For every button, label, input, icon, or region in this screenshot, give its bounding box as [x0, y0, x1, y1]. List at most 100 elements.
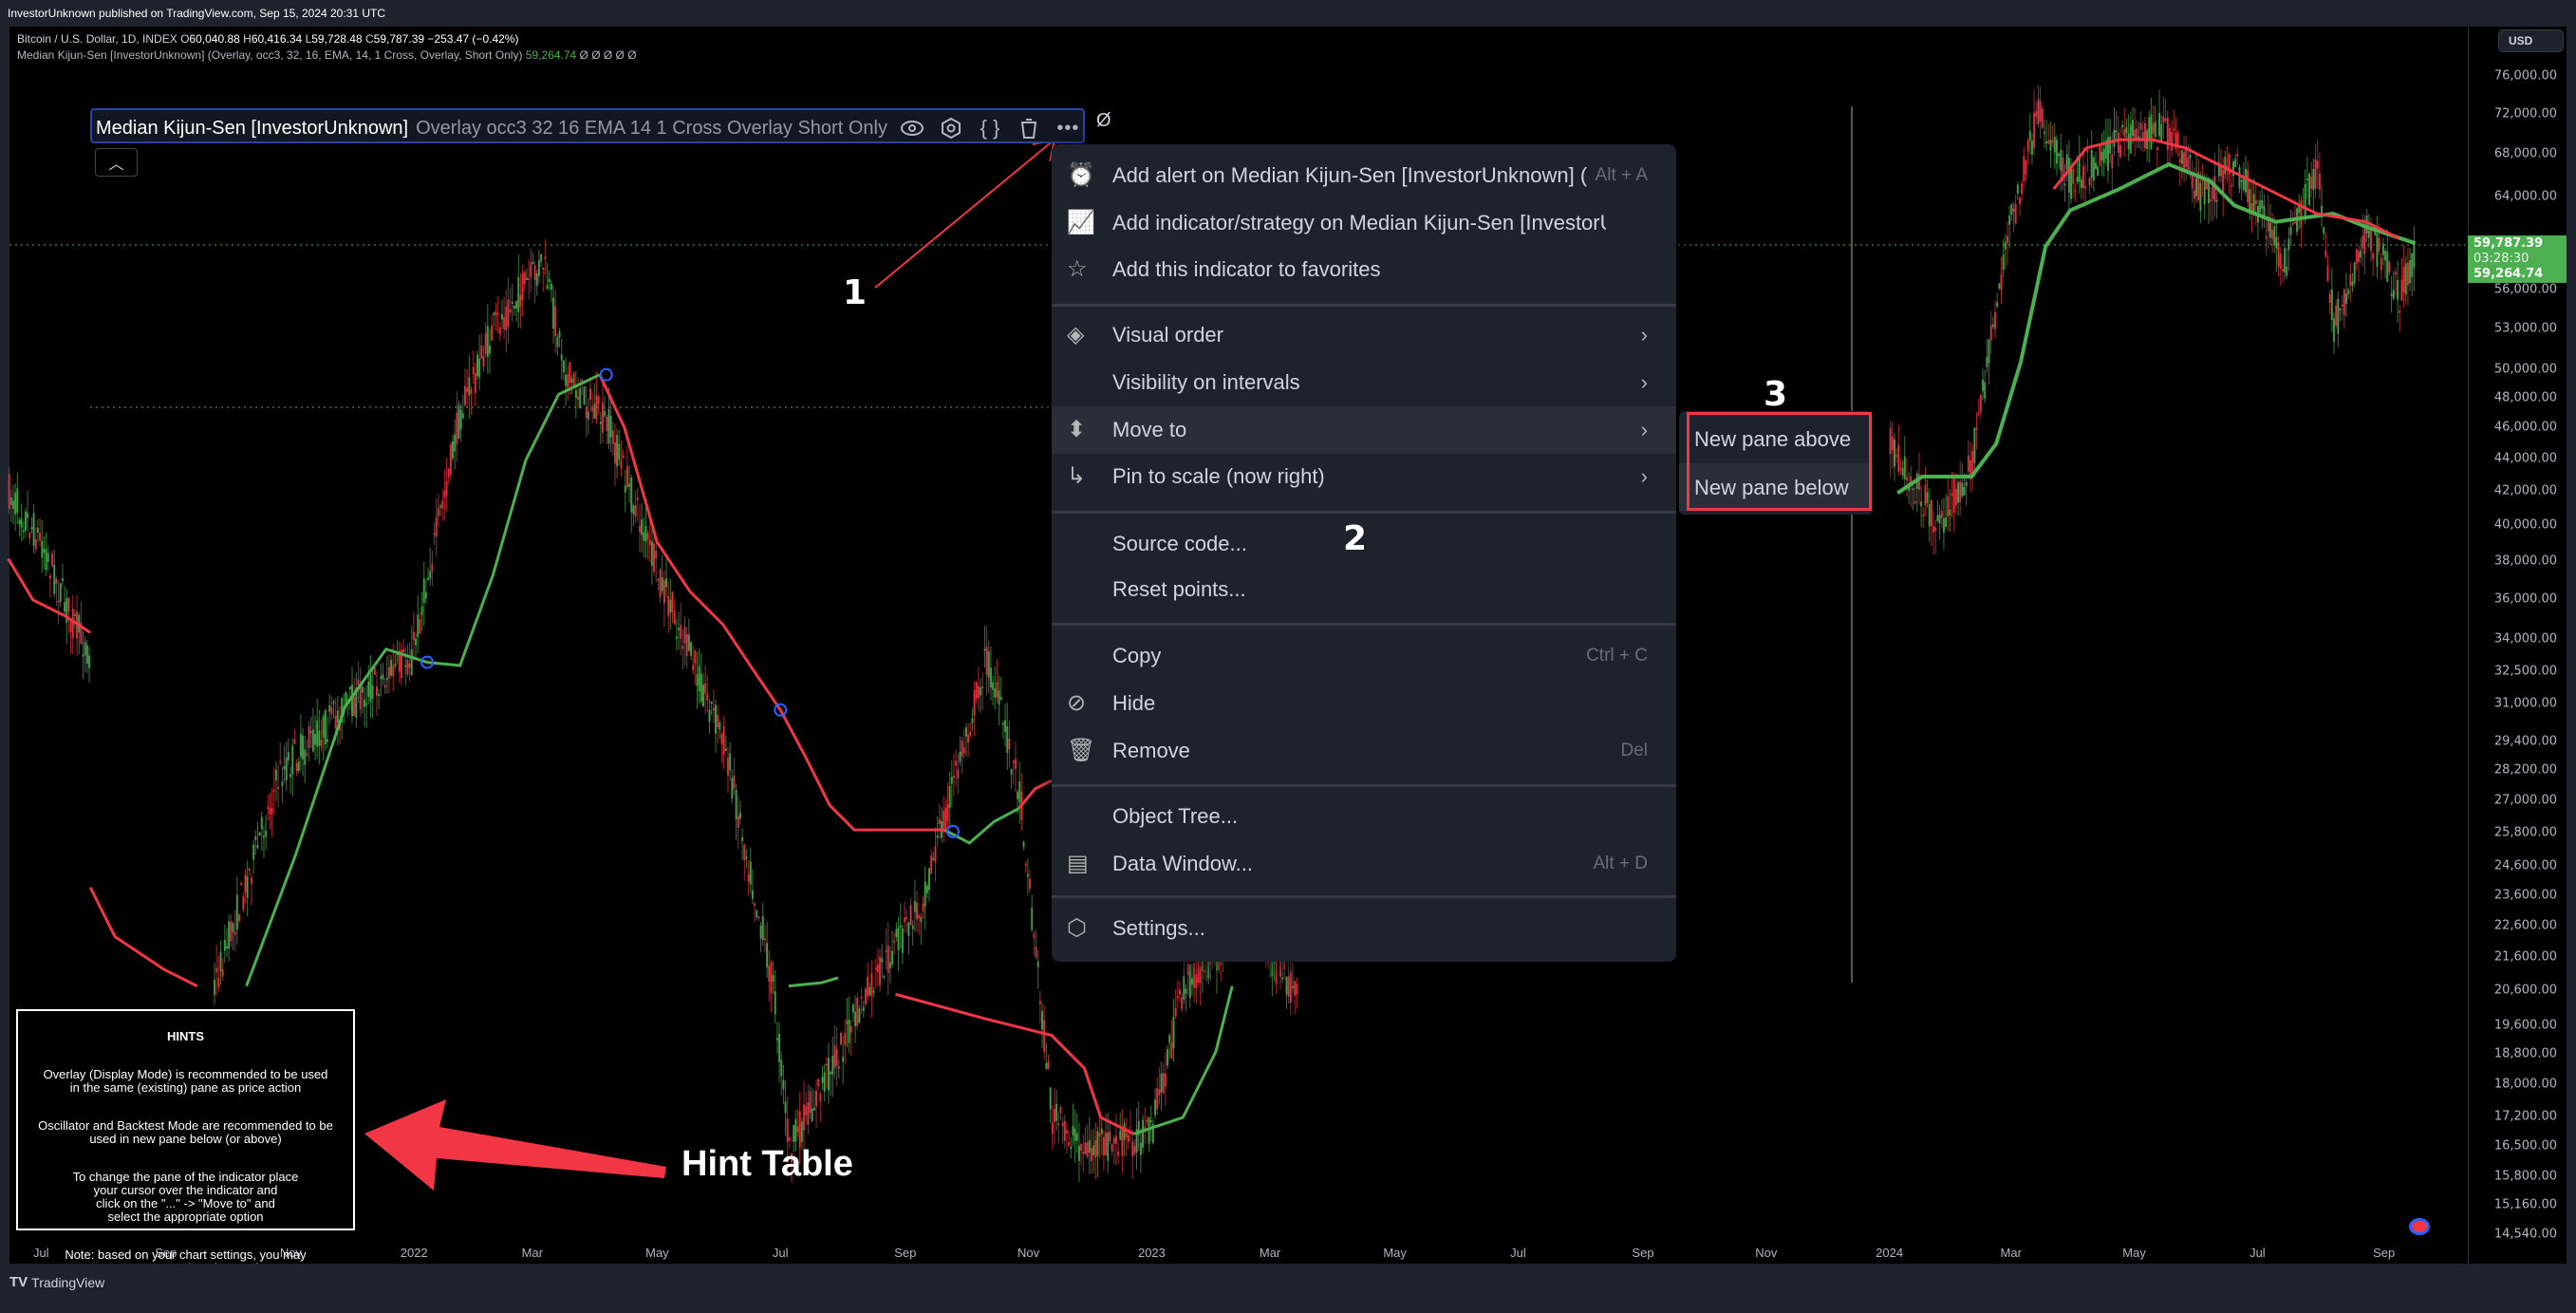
- menu-item-settings[interactable]: ⬡ Settings...: [1052, 905, 1676, 952]
- candle: [692, 665, 695, 670]
- candle: [708, 709, 711, 722]
- hint-paragraph: Overlay (Display Mode) is recommended to…: [43, 1067, 328, 1095]
- price-tick: 16,500.00: [2493, 1138, 2557, 1154]
- menu-item-visibility-on-intervals[interactable]: Visibility on intervals ›: [1052, 359, 1676, 406]
- last-price-label: 59,787.39 03:28:30 59,264.74: [2468, 235, 2567, 283]
- candle: [768, 965, 771, 982]
- candle: [415, 638, 418, 646]
- candle: [1051, 1122, 1054, 1135]
- price-tick: 46,000.00: [2493, 420, 2557, 435]
- menu-item-pin-to-scale-now-right[interactable]: ↳ Pin to scale (now right) ›: [1052, 453, 1676, 500]
- candle: [1963, 486, 1966, 496]
- candle: [82, 654, 84, 657]
- candle: [992, 682, 995, 690]
- candle: [48, 575, 51, 579]
- candle: [324, 710, 327, 745]
- candle: [2411, 253, 2414, 278]
- candle: [2369, 228, 2372, 252]
- candle: [2271, 230, 2274, 239]
- candle: [375, 686, 378, 696]
- candle: [874, 967, 877, 970]
- candle: [1156, 1087, 1159, 1110]
- menu-item-remove[interactable]: 🗑 Remove Del: [1052, 727, 1676, 775]
- candle: [588, 388, 591, 401]
- candle: [1065, 1130, 1068, 1135]
- candle: [2351, 281, 2354, 286]
- candle: [412, 631, 415, 640]
- price-tick: 68,000.00: [2493, 146, 2557, 161]
- menu-item-copy[interactable]: Copy Ctrl + C: [1052, 632, 1676, 680]
- candle: [336, 710, 339, 723]
- candle: [766, 943, 769, 967]
- candle: [311, 729, 314, 752]
- candle: [604, 411, 607, 417]
- candle: [653, 543, 656, 572]
- candle: [938, 818, 941, 825]
- candle: [2191, 175, 2193, 189]
- indicator-title-box[interactable]: Median Kijun-Sen [InvestorUnknown] Overl…: [90, 108, 1085, 143]
- candle: [661, 576, 663, 591]
- currency-button[interactable]: USD: [2498, 29, 2564, 52]
- candle: [488, 345, 491, 354]
- candle: [1006, 726, 1009, 753]
- candle: [729, 753, 732, 771]
- candle: [1951, 493, 1953, 497]
- candle: [973, 690, 976, 716]
- menu-item-data-window[interactable]: ▤ Data Window... Alt + D: [1052, 840, 1676, 888]
- menu-item-object-tree[interactable]: Object Tree...: [1052, 793, 1676, 840]
- annotation-step-3: 3: [1764, 375, 1788, 414]
- collapse-legend-button[interactable]: ︿: [95, 148, 138, 177]
- candle: [1977, 412, 1980, 415]
- price-axis[interactable]: 76,000.00 72,000.00 68,000.00 64,000.00 56,0…: [2468, 27, 2567, 1264]
- candle: [724, 748, 727, 752]
- candle: [491, 325, 494, 341]
- candle: [230, 921, 233, 942]
- candle: [371, 685, 374, 699]
- menu-item-move-to[interactable]: ⬍ Move to ›: [1052, 406, 1676, 454]
- candle: [2409, 260, 2412, 284]
- candle: [650, 541, 653, 567]
- price-tick: 28,200.00: [2493, 762, 2557, 778]
- candle: [696, 674, 699, 686]
- candle: [2355, 249, 2358, 264]
- trash-icon[interactable]: [1015, 115, 1044, 141]
- candle: [999, 697, 1002, 701]
- candle: [1285, 976, 1288, 995]
- tv-logo-icon: TV: [9, 1274, 28, 1290]
- event-flag-icon[interactable]: [2409, 1218, 2430, 1235]
- candle: [2189, 155, 2192, 159]
- candle: [1139, 1142, 1142, 1155]
- candle: [2378, 237, 2380, 251]
- indicator-trailing: Ø: [1096, 110, 1111, 131]
- candle: [1036, 961, 1039, 967]
- tradingview-logo[interactable]: TV TradingView: [9, 1274, 104, 1290]
- menu-item-visual-order[interactable]: ◈ Visual order ›: [1052, 311, 1676, 359]
- candle: [1148, 1117, 1150, 1144]
- candle: [1186, 964, 1189, 976]
- candle: [1934, 527, 1937, 531]
- candle: [2394, 272, 2397, 275]
- menu-item-reset-points[interactable]: Reset points...: [1052, 566, 1676, 613]
- eye-icon[interactable]: [897, 115, 926, 141]
- candle: [47, 553, 49, 563]
- menu-item-hide[interactable]: ⊘ Hide: [1052, 680, 1676, 727]
- candle: [825, 1063, 828, 1066]
- candle: [735, 789, 737, 820]
- source-code-icon[interactable]: { }: [975, 115, 1004, 141]
- candle: [369, 675, 372, 703]
- candle: [332, 702, 335, 704]
- candle: [980, 687, 982, 696]
- more-icon[interactable]: •••: [1054, 115, 1083, 141]
- candle: [1942, 518, 1945, 533]
- menu-item-label: Hide: [1112, 691, 1156, 715]
- candle: [443, 490, 446, 498]
- indicator-name[interactable]: Median Kijun-Sen [InvestorUnknown]: [96, 118, 408, 140]
- candle: [1014, 759, 1017, 769]
- menu-item-add-alert-on-median-kijun-sen-investorunknown[interactable]: ⏰ Add alert on Median Kijun-Sen [Investor…: [1052, 152, 1676, 199]
- menu-item-add-this-indicator-to-favorites[interactable]: ☆ Add this indicator to favorites: [1052, 246, 1676, 293]
- candle: [1924, 484, 1927, 506]
- candle: [85, 645, 88, 665]
- candle: [2365, 216, 2368, 234]
- menu-item-add-indicator-strategy-on-median-kijun-sen-investorunkn[interactable]: 📈 Add indicator/strategy on Median Kijun-…: [1052, 199, 1676, 247]
- settings-icon[interactable]: [936, 115, 965, 141]
